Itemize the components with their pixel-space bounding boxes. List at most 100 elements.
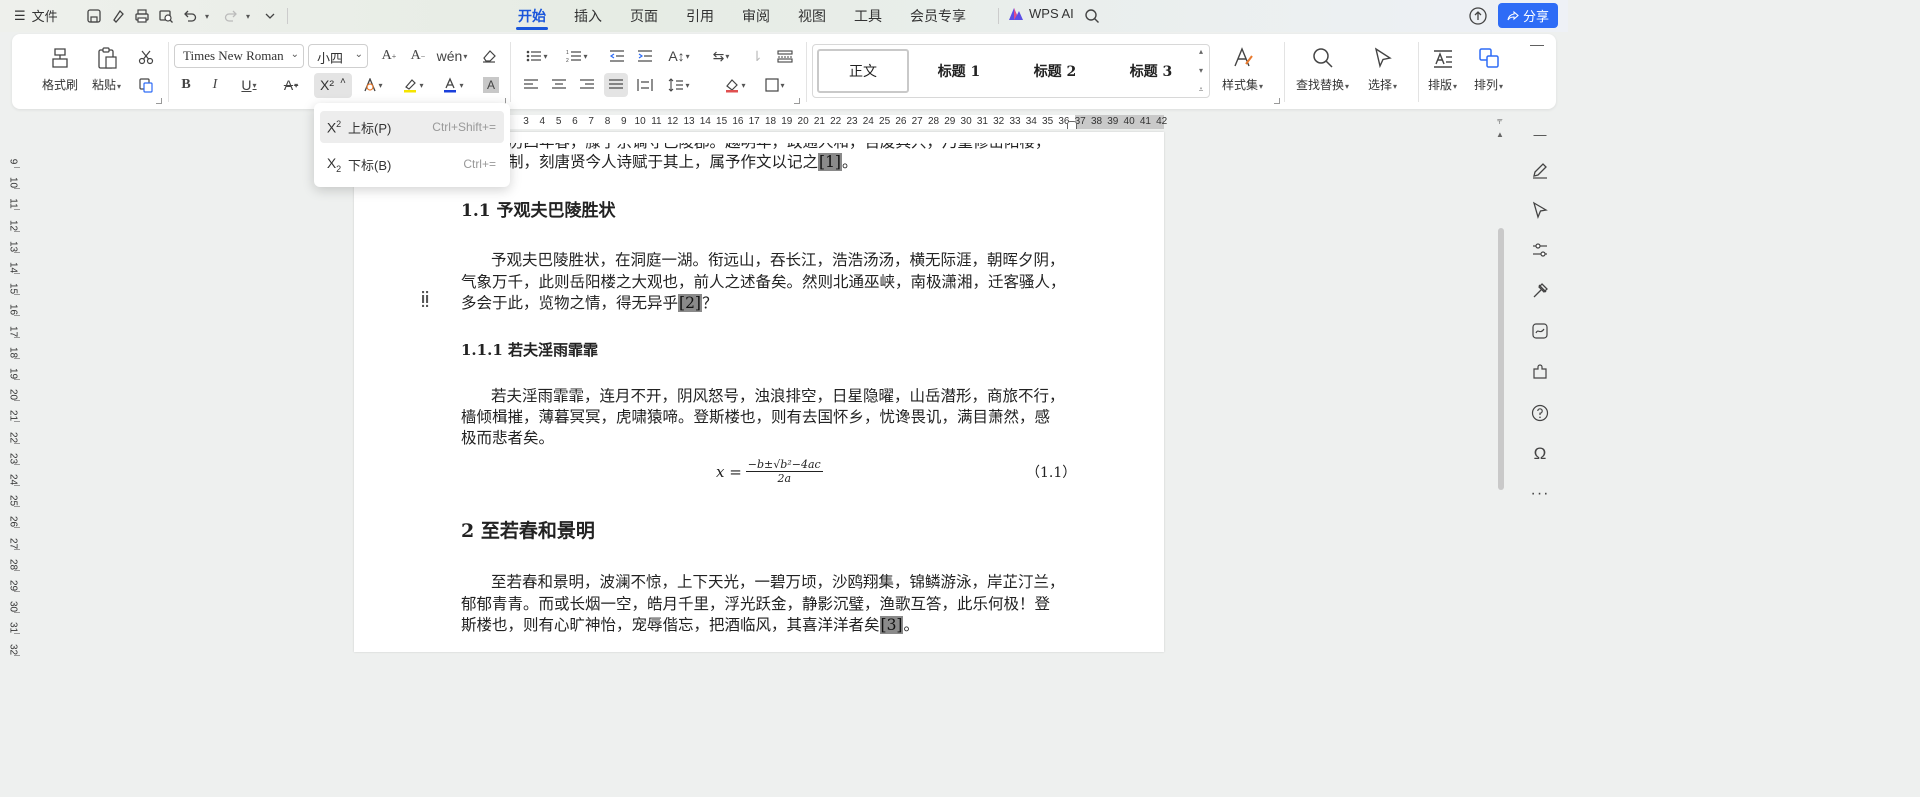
citation-mark[interactable]: [2] [678, 294, 702, 312]
adjust-sliders-icon[interactable] [1528, 238, 1552, 262]
clipboard-dialog-launcher[interactable] [156, 98, 162, 104]
citation-mark[interactable]: [1] [818, 153, 842, 171]
style-normal[interactable]: 正文 [817, 49, 909, 93]
style-heading-3[interactable]: 标题 3 [1105, 49, 1197, 93]
text-direction-icon[interactable]: A↕ ▾ [664, 45, 694, 67]
scroll-up-icon[interactable]: ▲ [1496, 130, 1504, 139]
align-center-icon[interactable] [548, 74, 570, 96]
character-shading-icon[interactable]: A [480, 74, 502, 96]
chevron-down-icon: ⌄ [290, 49, 299, 60]
strikethrough-icon[interactable]: A ▾ [276, 74, 306, 96]
chevron-down-icon[interactable]: ▾ [1199, 66, 1203, 75]
cut-icon[interactable] [135, 46, 157, 68]
bold-icon[interactable]: B [175, 74, 197, 96]
justify-icon[interactable] [604, 73, 628, 97]
tools-icon[interactable] [1528, 279, 1552, 303]
heading-1-1: 1.1 予观夫巴陵胜状 [461, 201, 616, 221]
cloud-upload-icon[interactable] [1467, 5, 1489, 30]
styles-scroll[interactable]: ▴ ▾ ⩡ [1195, 47, 1207, 95]
equation[interactable]: x = −b±√b²−4ac 2a [716, 458, 823, 485]
italic-icon[interactable]: I [204, 74, 226, 96]
numbered-list-icon[interactable]: 1 2 ▾ [562, 45, 592, 67]
vertical-scrollbar[interactable]: ▲ [1494, 116, 1508, 651]
undo-dropdown-icon[interactable]: ▾ [205, 12, 209, 21]
font-name-select[interactable]: Times New Roman ⌄ [174, 44, 304, 68]
underline-icon[interactable]: U ▾ [234, 74, 264, 96]
style-set-button[interactable]: 样式集▾ [1222, 44, 1263, 93]
puzzle-icon[interactable] [1528, 360, 1552, 384]
phonetic-guide-icon[interactable]: wén ▾ [436, 45, 468, 67]
font-size-select[interactable]: 小四 ⌄ [308, 44, 368, 68]
heading-1-1-1: 1.1.1 若夫淫雨霏霏 [461, 341, 598, 359]
text-effect-icon[interactable]: ▾ [358, 74, 388, 96]
right-indent-marker[interactable] [1067, 121, 1077, 129]
bullet-list-icon[interactable]: ▾ [522, 45, 552, 67]
select-cursor-icon[interactable] [1528, 198, 1552, 222]
clear-format-icon[interactable] [478, 45, 500, 67]
arrange-button[interactable]: 排列▾ [1474, 44, 1503, 93]
superscript-menu-item[interactable]: X2 上标(P) Ctrl+Shift+= [320, 111, 504, 143]
tab-view[interactable]: 视图 [784, 0, 840, 32]
format-painter-button[interactable]: 格式刷 [42, 44, 78, 93]
tab-review[interactable]: 审阅 [728, 0, 784, 32]
align-right-icon[interactable] [576, 74, 598, 96]
file-menu[interactable]: ☰ 文件 [14, 6, 58, 25]
highlight-icon[interactable]: ▾ [398, 74, 428, 96]
redo-icon[interactable] [221, 6, 241, 26]
omega-symbol-icon[interactable]: Ω [1528, 442, 1552, 466]
citation-mark[interactable]: [3] [879, 616, 904, 634]
save-icon[interactable] [84, 6, 104, 26]
help-icon[interactable] [1528, 401, 1552, 425]
styles-dialog-launcher[interactable] [1274, 98, 1280, 104]
redo-dropdown-icon[interactable]: ▾ [246, 12, 250, 21]
undo-icon[interactable] [180, 6, 200, 26]
pen-edit-icon[interactable] [1528, 158, 1552, 182]
tab-insert[interactable]: 插入 [560, 0, 616, 32]
expand-icon[interactable]: ⩡ [1199, 85, 1204, 95]
subscript-menu-item[interactable]: X2 下标(B) Ctrl+= [320, 148, 504, 180]
tab-tools[interactable]: 工具 [840, 0, 896, 32]
distributed-align-icon[interactable] [634, 74, 656, 96]
find-replace-button[interactable]: 查找替换▾ [1296, 44, 1349, 93]
wps-ai-button[interactable]: WPS AI [1008, 6, 1074, 21]
collapse-panel-icon[interactable]: — [1528, 122, 1552, 146]
search-icon[interactable] [1082, 6, 1102, 26]
tab-references[interactable]: 引用 [672, 0, 728, 32]
decrease-indent-icon[interactable] [606, 45, 628, 67]
column-break-icon[interactable] [774, 45, 796, 67]
chevron-up-icon[interactable]: ▴ [1199, 47, 1203, 56]
collapse-ribbon-icon[interactable]: — [1530, 36, 1544, 52]
layout-button[interactable]: 排版▾ [1428, 44, 1457, 93]
export-pdf-icon[interactable] [108, 6, 128, 26]
line-spacing-icon[interactable]: ▾ [664, 74, 694, 96]
style-heading-1[interactable]: 标题 1 [913, 49, 1005, 93]
paragraph-dialog-launcher[interactable] [794, 98, 800, 104]
tab-page[interactable]: 页面 [616, 0, 672, 32]
increase-indent-icon[interactable] [634, 45, 656, 67]
increase-font-size-icon[interactable]: A + [378, 45, 400, 67]
share-button[interactable]: 分享 [1498, 3, 1558, 28]
print-icon[interactable] [132, 6, 152, 26]
font-color-icon[interactable]: ▾ [438, 74, 468, 96]
print-preview-icon[interactable] [156, 6, 176, 26]
paste-button[interactable]: 粘贴▾ [92, 44, 121, 93]
tab-member[interactable]: 会员专享 [896, 0, 980, 32]
handwriting-icon[interactable] [1528, 319, 1552, 343]
decrease-font-size-icon[interactable]: A − [407, 45, 429, 67]
show-marks-icon[interactable]: ⇂ [746, 45, 768, 67]
sort-icon[interactable]: ⇆ ▾ [706, 45, 736, 67]
borders-icon[interactable]: ▾ [760, 74, 790, 96]
more-icon[interactable]: ··· [1528, 482, 1552, 506]
scroll-thumb[interactable] [1498, 228, 1504, 490]
style-heading-2[interactable]: 标题 2 [1009, 49, 1101, 93]
copy-icon[interactable] [135, 74, 157, 96]
align-left-icon[interactable] [520, 74, 542, 96]
document-page[interactable]: 历四年春，滕子京谪守巴陵郡。越明年，政通人和，百废具兴，乃重修岳阳楼， 制，刻唐… [354, 132, 1164, 652]
tab-home[interactable]: 开始 [504, 0, 560, 32]
paste-dropdown-icon[interactable]: ▾ [117, 82, 121, 91]
superscript-button[interactable]: X² ˄ [314, 73, 352, 98]
paragraph-drag-handle-icon[interactable]: ⠿ ⠿ [420, 290, 430, 310]
select-button[interactable]: 选择▾ [1368, 44, 1397, 93]
shading-icon[interactable]: ▾ [720, 74, 750, 96]
more-chevron-icon[interactable] [260, 6, 280, 26]
